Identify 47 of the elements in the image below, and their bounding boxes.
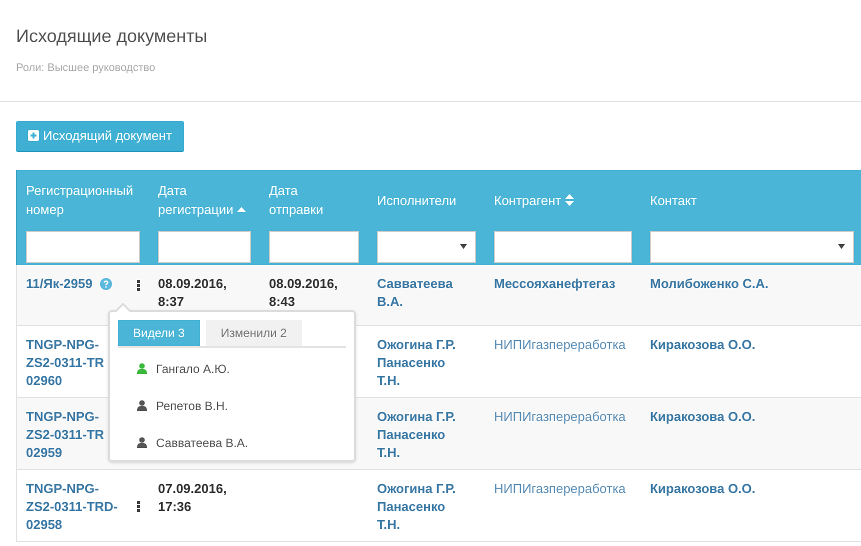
help-icon[interactable] xyxy=(100,278,112,290)
popover-tab[interactable]: Видели 3 xyxy=(118,320,200,346)
filter-dropdown[interactable] xyxy=(650,230,854,262)
filter-field[interactable] xyxy=(269,230,359,262)
filter-field[interactable] xyxy=(494,230,632,262)
dropdown-caret-icon xyxy=(460,244,467,249)
executors-link[interactable]: Ожогина Г.Р. Панасенко Т.Н. xyxy=(377,336,476,390)
column-header[interactable]: Контрагент xyxy=(494,190,574,210)
more-icon[interactable] xyxy=(137,500,140,512)
more-icon[interactable] xyxy=(137,280,140,290)
column-header[interactable]: Дата регистрации xyxy=(158,181,246,219)
filter-field[interactable] xyxy=(26,230,140,262)
page-title: Исходящие документы xyxy=(16,25,208,47)
contractor-link[interactable]: НИПИгазпереработка xyxy=(494,336,626,352)
registration-number-link[interactable]: 11/Як-2959 xyxy=(26,274,92,292)
dropdown-caret-icon xyxy=(838,244,845,249)
column-header[interactable]: Регистрационный номер xyxy=(26,181,134,219)
user-name: Гангало А.Ю. xyxy=(156,360,230,378)
sort-icon[interactable] xyxy=(565,194,574,206)
registration-number-link[interactable]: TNGP-NPG- ZS2-0311-TR 02959 xyxy=(26,408,104,462)
registration-number-link[interactable]: TNGP-NPG- ZS2-0311-TRD- 02958 xyxy=(26,480,118,534)
user-name: Савватеева В.А. xyxy=(156,434,248,452)
contractor-link[interactable]: НИПИгазпереработка xyxy=(494,480,626,496)
add-document-button[interactable]: Исходящий документ xyxy=(16,120,184,152)
sent-date: 08.09.2016, 8:43 xyxy=(269,276,338,308)
user-name: Репетов В.Н. xyxy=(156,398,228,414)
popover-tab[interactable]: Изменили 2 xyxy=(206,320,302,346)
column-header[interactable]: Дата отправки xyxy=(269,181,324,219)
plus-icon xyxy=(28,130,39,141)
contractor-link[interactable]: НИПИгазпереработка xyxy=(494,408,626,424)
sort-ascending-icon[interactable] xyxy=(237,206,246,212)
contact-link[interactable]: Киракозова О.О. xyxy=(650,408,756,424)
registration-date: 07.09.2016, 17:36 xyxy=(158,480,227,514)
executors-link[interactable]: Савватеева В.А. xyxy=(377,274,476,310)
contact-link[interactable]: Киракозова О.О. xyxy=(650,480,756,496)
roles-text: Роли: Высшее руководство xyxy=(16,61,156,76)
filter-field[interactable] xyxy=(158,230,251,262)
contact-link[interactable]: Молибоженко С.А. xyxy=(650,276,769,290)
registration-date: 08.09.2016, 8:37 xyxy=(158,276,227,308)
executors-link[interactable]: Ожогина Г.Р. Панасенко Т.Н. xyxy=(377,408,476,462)
registration-number-link[interactable]: TNGP-NPG- ZS2-0311-TR 02960 xyxy=(26,336,104,390)
column-header[interactable]: Исполнители xyxy=(377,190,456,210)
column-header[interactable]: Контакт xyxy=(650,190,697,210)
contractor-link[interactable]: Мессояханефтегаз xyxy=(494,276,616,290)
contact-link[interactable]: Киракозова О.О. xyxy=(650,336,756,352)
executors-link[interactable]: Ожогина Г.Р. Панасенко Т.Н. xyxy=(377,480,476,534)
filter-dropdown[interactable] xyxy=(377,230,476,262)
